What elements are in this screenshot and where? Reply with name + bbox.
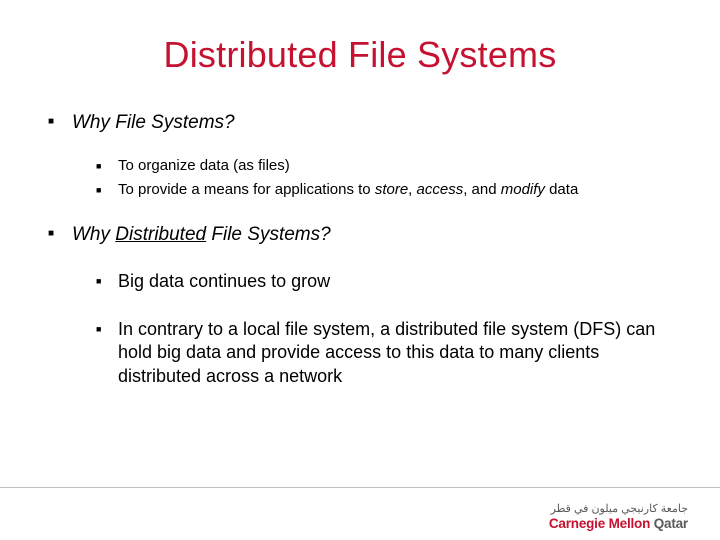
item-text: To organize data (as files) (118, 157, 290, 174)
item-text: data (545, 181, 578, 198)
list-item: Big data continues to grow (96, 270, 672, 294)
section-heading-post: File Systems? (206, 224, 331, 245)
item-text: , and (463, 181, 501, 198)
item-em: store (375, 181, 408, 198)
item-text: Big data (118, 271, 184, 291)
list-item: To organize data (as files) (96, 156, 672, 176)
cmu-qatar-logo: جامعة كارنيجي ميلون في قطر Carnegie Mell… (549, 504, 688, 531)
logo-main: Carnegie Mellon (549, 516, 650, 531)
bullet-list-level2: To organize data (as files) To provide a… (96, 156, 672, 201)
logo-english-text: Carnegie Mellon Qatar (549, 517, 688, 531)
list-item: In contrary to a local file system, a di… (96, 318, 672, 389)
item-em: access (417, 181, 464, 198)
item-strong: (DFS) (573, 319, 621, 339)
item-text: To provide a means for applications to (118, 181, 375, 198)
slide-title: Distributed File Systems (48, 34, 672, 76)
logo-arabic-text: جامعة كارنيجي ميلون في قطر (549, 504, 688, 515)
bullet-list-level1: Why File Systems? To organize data (as f… (48, 110, 672, 389)
section-heading-pre: Why (72, 224, 115, 245)
item-text: In contrary to a local file system, a (118, 319, 395, 339)
section-why-dfs: Why Distributed File Systems? Big data c… (48, 222, 672, 389)
item-text: , (408, 181, 416, 198)
bullet-list-level2: Big data continues to grow In contrary t… (96, 270, 672, 389)
item-text: continues to grow (184, 271, 330, 291)
slide: Distributed File Systems Why File System… (0, 0, 720, 540)
section-why-fs: Why File Systems? To organize data (as f… (48, 110, 672, 200)
section-heading: Why File Systems? (72, 112, 235, 133)
list-item: To provide a means for applications to s… (96, 180, 672, 200)
logo-sub: Qatar (654, 516, 688, 531)
item-em: distributed file system (395, 319, 573, 339)
section-heading-underline: Distributed (115, 224, 206, 245)
footer-divider (0, 487, 720, 488)
item-em: modify (501, 181, 545, 198)
